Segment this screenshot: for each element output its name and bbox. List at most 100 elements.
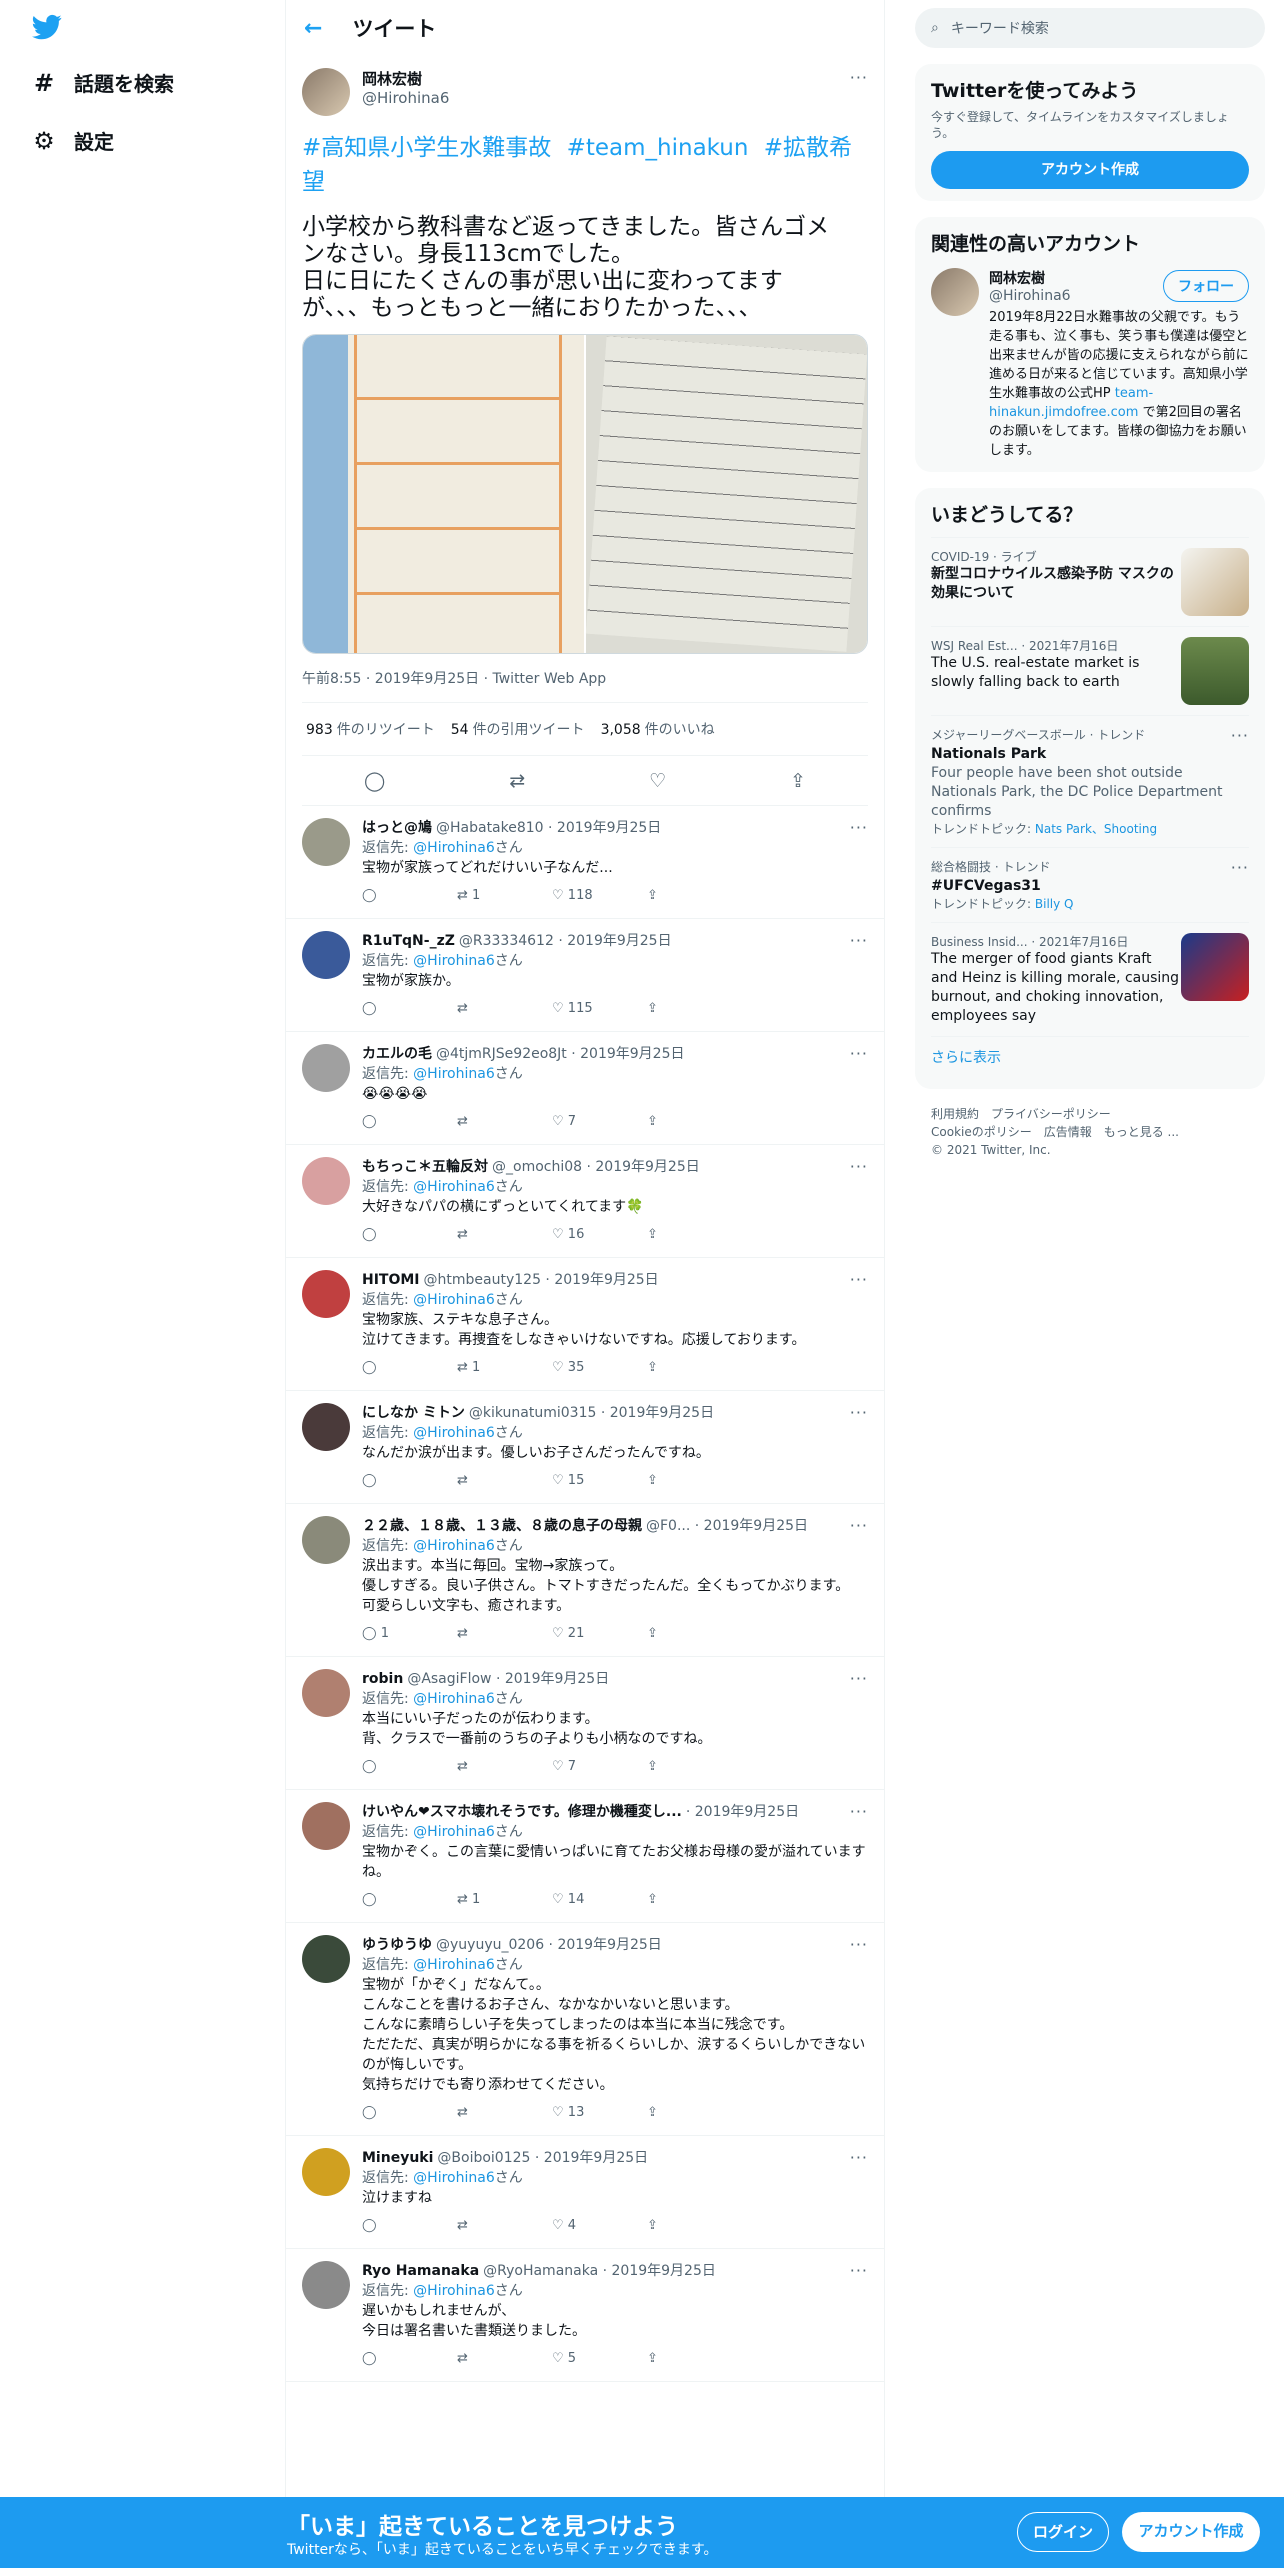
reply-author-handle[interactable]: @yuyuyu_0206 · 2019年9月25日: [436, 1935, 662, 1955]
reply-icon[interactable]: ◯: [362, 1757, 457, 1777]
reply-tweet[interactable]: カエルの毛 @4tjmRJSe92eo8Jt · 2019年9月25日 ··· 返信…: [286, 1032, 884, 1145]
signup-button[interactable]: アカウント作成: [931, 151, 1249, 189]
like-icon[interactable]: ♡ 115: [552, 999, 647, 1019]
reply-author-handle[interactable]: @Habatake810 · 2019年9月25日: [436, 818, 661, 838]
like-icon[interactable]: ♡ 21: [552, 1624, 647, 1644]
reply-author-handle[interactable]: @_omochi08 · 2019年9月25日: [492, 1157, 700, 1177]
media-image-notebook[interactable]: [303, 335, 584, 653]
retweet-icon[interactable]: ⇄ 1: [457, 1890, 552, 1910]
like-icon[interactable]: ♡ 5: [552, 2349, 647, 2369]
reply-tweet[interactable]: Ryo Hamanaka @RyoHamanaka · 2019年9月25日 ···…: [286, 2249, 884, 2382]
share-icon[interactable]: ⇪: [647, 1358, 658, 1378]
nav-settings[interactable]: ⚙ 設定: [30, 126, 114, 155]
reply-to-handle[interactable]: @Hirohina6: [413, 1957, 495, 1973]
reply-tweet[interactable]: Mineyuki @Boiboi0125 · 2019年9月25日 ··· 返信先:…: [286, 2136, 884, 2249]
reply-author-handle[interactable]: @RyoHamanaka · 2019年9月25日: [483, 2261, 716, 2281]
footer-line[interactable]: Cookieのポリシー 広告情報 もっと見る ...: [931, 1123, 1265, 1141]
retweet-icon[interactable]: ⇄: [457, 999, 552, 1019]
more-icon[interactable]: ···: [850, 1802, 868, 1822]
reply-icon[interactable]: ◯: [362, 1358, 457, 1378]
reply-icon[interactable]: ◯: [364, 770, 385, 792]
more-icon[interactable]: ···: [850, 1516, 868, 1536]
reply-tweet[interactable]: はっと@鳩 @Habatake810 · 2019年9月25日 ··· 返信先: @…: [286, 806, 884, 919]
reply-author-name[interactable]: カエルの毛: [362, 1044, 432, 1064]
reply-tweet[interactable]: robin @AsagiFlow · 2019年9月25日 ··· 返信先: @Hi…: [286, 1657, 884, 1790]
share-icon[interactable]: ⇪: [647, 2103, 658, 2123]
more-icon[interactable]: ···: [850, 1935, 868, 1955]
search-input[interactable]: キーワード検索: [951, 18, 1049, 38]
reply-tweet[interactable]: ２２歳、１８歳、１３歳、８歳の息子の母親 @F0... · 2019年9月25日 ·…: [286, 1504, 884, 1657]
avatar[interactable]: [302, 2261, 350, 2309]
retweet-icon[interactable]: ⇄: [457, 1624, 552, 1644]
avatar[interactable]: [302, 1802, 350, 1850]
trend-item[interactable]: メジャーリーグベースボール · トレンド ··· Nationals Park F…: [931, 715, 1249, 847]
reply-author-name[interactable]: Mineyuki: [362, 2148, 433, 2168]
reply-author-name[interactable]: はっと@鳩: [362, 818, 432, 838]
nav-explore[interactable]: # 話題を検索: [30, 68, 174, 97]
reply-tweet[interactable]: けいやん❤スマホ壊れそうです。修理か機種変し... · 2019年9月25日 ···…: [286, 1790, 884, 1923]
reply-author-handle[interactable]: · 2019年9月25日: [686, 1802, 799, 1822]
follow-button[interactable]: フォロー: [1163, 270, 1249, 302]
retweet-icon[interactable]: ⇄: [457, 1112, 552, 1132]
reply-author-handle[interactable]: @AsagiFlow · 2019年9月25日: [407, 1669, 609, 1689]
more-icon[interactable]: ···: [850, 1044, 868, 1064]
footer-line[interactable]: 利用規約 プライバシーポリシー: [931, 1105, 1265, 1123]
back-arrow-icon[interactable]: ←: [304, 16, 322, 41]
signup-button[interactable]: アカウント作成: [1122, 2512, 1260, 2552]
reply-icon[interactable]: ◯: [362, 2349, 457, 2369]
reply-author-name[interactable]: ゆうゆうゆ: [362, 1935, 432, 1955]
hashtags[interactable]: #高知県小学生水難事故 #team_hinakun #拡散希望: [302, 128, 868, 196]
reply-author-name[interactable]: けいやん❤スマホ壊れそうです。修理か機種変し...: [362, 1802, 682, 1822]
avatar[interactable]: [302, 1044, 350, 1092]
like-icon[interactable]: ♡ 35: [552, 1358, 647, 1378]
like-count[interactable]: 3,058 件のいいね: [601, 719, 715, 739]
reply-to-handle[interactable]: @Hirohina6: [413, 2170, 495, 2186]
avatar[interactable]: [302, 1935, 350, 1983]
more-icon[interactable]: ···: [850, 818, 868, 838]
retweet-icon[interactable]: ⇄ 1: [457, 1358, 552, 1378]
reply-to-handle[interactable]: @Hirohina6: [413, 1292, 495, 1308]
reply-icon[interactable]: ◯: [362, 1890, 457, 1910]
reply-author-name[interactable]: R1uTqN-_zZ: [362, 931, 455, 951]
more-icon[interactable]: ···: [850, 1270, 868, 1290]
avatar[interactable]: [302, 931, 350, 979]
reply-author-name[interactable]: もちっこ＊五輪反対: [362, 1157, 488, 1177]
reply-to-handle[interactable]: @Hirohina6: [413, 1691, 495, 1707]
reply-author-name[interactable]: robin: [362, 1669, 403, 1689]
reply-icon[interactable]: ◯: [362, 1112, 457, 1132]
more-icon[interactable]: ···: [850, 1403, 868, 1423]
reply-icon[interactable]: ◯: [362, 1471, 457, 1491]
reply-icon[interactable]: ◯: [362, 1225, 457, 1245]
share-icon[interactable]: ⇪: [647, 1225, 658, 1245]
trend-item[interactable]: Business Insid... · 2021年7月16日 The merge…: [931, 922, 1249, 1036]
trend-item[interactable]: COVID-19 · ライブ 新型コロナウイルス感染予防 マスクの効果について: [931, 537, 1249, 626]
retweet-icon[interactable]: ⇄: [457, 2216, 552, 2236]
reply-to-handle[interactable]: @Hirohina6: [413, 840, 495, 856]
tweet-meta[interactable]: 午前8:55 · 2019年9月25日 · Twitter Web App: [302, 668, 868, 703]
reply-to-handle[interactable]: @Hirohina6: [413, 1425, 495, 1441]
more-icon[interactable]: ···: [1231, 858, 1249, 877]
twitter-logo-icon[interactable]: [30, 12, 64, 42]
reply-author-handle[interactable]: @R33334612 · 2019年9月25日: [459, 931, 672, 951]
reply-tweet[interactable]: もちっこ＊五輪反対 @_omochi08 · 2019年9月25日 ··· 返信先:…: [286, 1145, 884, 1258]
share-icon[interactable]: ⇪: [647, 1890, 658, 1910]
author-name[interactable]: 岡林宏樹: [362, 68, 449, 89]
avatar[interactable]: [302, 68, 350, 116]
more-icon[interactable]: ···: [850, 1669, 868, 1689]
like-icon[interactable]: ♡ 4: [552, 2216, 647, 2236]
quote-count[interactable]: 54 件の引用ツイート: [451, 719, 585, 739]
reply-tweet[interactable]: ゆうゆうゆ @yuyuyu_0206 · 2019年9月25日 ··· 返信先: @…: [286, 1923, 884, 2136]
trend-topic-link[interactable]: Billy Q: [1035, 897, 1074, 911]
retweet-icon[interactable]: ⇄: [457, 1225, 552, 1245]
reply-icon[interactable]: ◯: [362, 999, 457, 1019]
search-box[interactable]: ⌕ キーワード検索: [915, 8, 1265, 48]
more-icon[interactable]: ···: [850, 1157, 868, 1177]
related-handle[interactable]: @Hirohina6: [989, 288, 1071, 304]
more-icon[interactable]: ···: [1231, 726, 1249, 745]
retweet-icon[interactable]: ⇄: [509, 770, 525, 792]
reply-author-name[interactable]: Ryo Hamanaka: [362, 2261, 479, 2281]
share-icon[interactable]: ⇪: [647, 2216, 658, 2236]
reply-tweet[interactable]: にしなか ミトン @kikunatumi0315 · 2019年9月25日 ··· …: [286, 1391, 884, 1504]
like-icon[interactable]: ♡ 16: [552, 1225, 647, 1245]
avatar[interactable]: [931, 268, 979, 316]
